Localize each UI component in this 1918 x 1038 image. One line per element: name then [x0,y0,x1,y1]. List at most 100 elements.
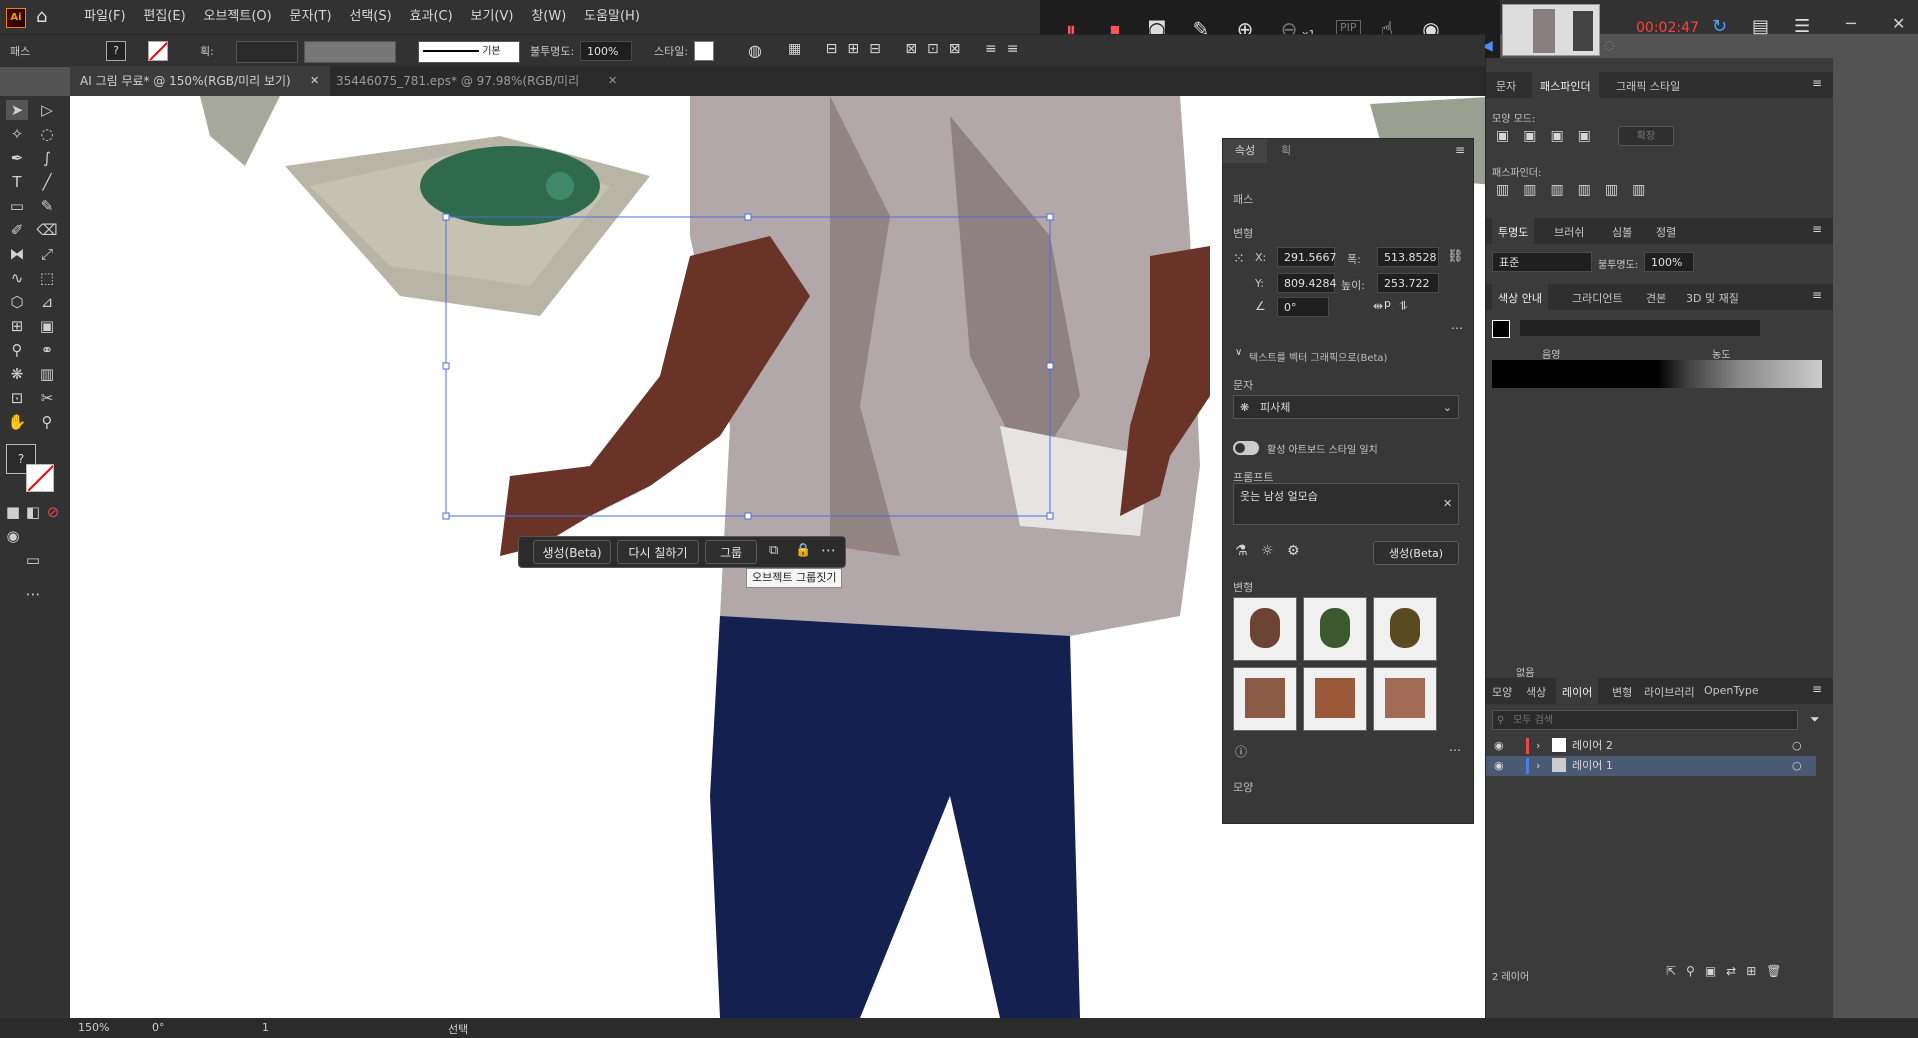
shaper-icon[interactable]: ✐ [6,220,28,240]
type-tool-icon[interactable]: T [6,172,28,192]
tab-layers[interactable]: 레이어 [1556,678,1599,706]
stroke-style-field[interactable]: 기본 [418,41,520,63]
ctx-isolate-icon[interactable]: ⧉ [769,543,778,558]
eyedropper-icon[interactable]: ⚲ [6,340,28,360]
tab-appearance[interactable]: 모양 [1492,684,1512,700]
pathfinder-icons[interactable]: ▥▥▥▥▥▥ [1496,182,1659,198]
doc-tab-inactive[interactable]: 35446075_781.eps* @ 97.98%(RGB/미리 보기) [326,66,586,118]
zoom-icon[interactable]: ⚲ [36,412,58,432]
menu-effect[interactable]: 효과(C) [410,0,453,34]
blend-icon[interactable]: ⚭ [36,340,58,360]
shape-mode-icons[interactable]: ▣▣▣▣ [1496,128,1605,144]
layers-search[interactable]: ⚲ 모두 검색 [1492,710,1798,730]
menu-object[interactable]: 오브젝트(O) [203,0,271,34]
ctx-more-icon[interactable]: ⋯ [821,541,836,559]
effects-icon[interactable]: ☼ [1261,543,1274,559]
tab-brushes[interactable]: 브러쉬 [1554,224,1584,240]
angle-field[interactable]: 0° [1277,297,1329,317]
tab-transform[interactable]: 변형 [1612,684,1632,700]
gradient-icon[interactable]: ▣ [36,316,58,336]
tab-3d-materials[interactable]: 3D 및 재질 [1686,290,1739,306]
layer-row[interactable]: ◉ › 레이어 2 ○ [1486,736,1816,756]
menu-select[interactable]: 선택(S) [349,0,391,34]
panel-menu-icon[interactable]: ≡ [1812,682,1822,696]
lasso-icon[interactable]: ◌ [36,124,58,144]
screen-mode-icon[interactable]: ▭ [22,550,44,570]
generate-button[interactable]: 생성(Beta) [1373,541,1459,565]
panel-menu-icon[interactable]: ≡ [1455,143,1465,157]
variation-thumb[interactable] [1233,667,1297,731]
close-tab-icon[interactable]: ✕ [608,74,617,87]
close-tab-icon[interactable]: ✕ [310,74,319,87]
mic-off-icon[interactable]: ◌ [1604,38,1614,52]
zoom-level[interactable]: 150% [78,1021,109,1034]
variation-thumb[interactable] [1303,597,1367,661]
align-icons[interactable]: ▦ ⊟⊞⊟ ⊠⊡⊠ ≡≡ [788,41,1028,57]
variations-more-icon[interactable]: ⋯ [1449,743,1461,757]
y-field[interactable]: 809.4284 [1277,273,1337,293]
variation-thumb[interactable] [1373,667,1437,731]
panel-menu-icon[interactable]: ≡ [1812,222,1822,236]
expand-arrow-icon[interactable]: › [1536,736,1540,756]
target-icon[interactable]: ○ [1792,736,1802,756]
stroke-weight-field[interactable] [236,41,298,63]
menu-file[interactable]: 파일(F) [84,0,126,34]
tab-pathfinder[interactable]: 패스파인더 [1532,72,1599,100]
panel-menu-icon[interactable]: ≡ [1812,76,1822,90]
more-options-icon[interactable]: ⋯ [1451,321,1463,335]
tab-opentype[interactable]: OpenType [1704,684,1759,697]
settings-gear-icon[interactable]: ⚙ [1287,543,1300,559]
ctx-group-button[interactable]: 그룹 [705,540,757,564]
tab-libraries[interactable]: 라이브러리 [1644,684,1695,700]
flip-horizontal-icon[interactable]: ⇹ [1373,299,1383,313]
tab-character[interactable]: 문자 [1496,78,1516,94]
tab-color[interactable]: 색상 [1526,684,1546,700]
line-tool-icon[interactable]: ╱ [36,172,58,192]
artboard-icon[interactable]: ⊡ [6,388,28,408]
none-mode-icon[interactable]: ⊘ [42,502,64,522]
curvature-tool-icon[interactable]: ∫ [36,148,58,168]
x-field[interactable]: 291.5667 [1277,247,1337,267]
close-window-icon[interactable]: ✕ [1892,14,1905,33]
expand-button[interactable]: 확장 [1618,126,1674,146]
tab-symbols[interactable]: 심볼 [1612,224,1632,240]
fill-swatch[interactable]: ? [106,41,126,61]
menu-type[interactable]: 문자(T) [290,0,332,34]
expand-arrow-icon[interactable]: › [1536,756,1540,776]
info-icon[interactable]: ⓘ [1235,743,1247,760]
color-mode-icon[interactable]: ■ [2,502,24,522]
style-swatch[interactable] [694,41,714,61]
tab-graphic-styles[interactable]: 그래픽 스타일 [1616,78,1680,94]
tab-align[interactable]: 정렬 [1656,224,1676,240]
base-color-swatch[interactable] [1492,320,1510,338]
scale-icon[interactable]: ⤢ [36,244,58,264]
reflect-icon[interactable]: ⧓ [6,244,28,264]
home-icon[interactable]: ⌂ [36,6,47,27]
reference-point-icon[interactable]: ⁙ [1233,251,1245,267]
ctx-generate-button[interactable]: 생성(Beta) [533,540,611,564]
shape-builder-icon[interactable]: ⬡ [6,292,28,312]
warp-icon[interactable]: ∿ [6,268,28,288]
filter-icon[interactable]: ⏷ [1810,712,1820,727]
menu-help[interactable]: 도움말(H) [584,0,640,34]
w-field[interactable]: 513.8528 [1377,247,1439,267]
settings-icon[interactable]: ☰ [1794,16,1810,37]
recolor-icon[interactable]: ◍ [748,41,762,60]
target-icon[interactable]: ○ [1792,756,1802,776]
artboard-number[interactable]: 1 [262,1021,269,1034]
match-style-toggle[interactable] [1233,441,1259,455]
collapse-icon[interactable]: ∨ [1235,347,1242,358]
constrain-proportions-icon[interactable]: ⛓ [1447,249,1464,264]
screen-icon[interactable]: ▤ [1752,16,1769,37]
draw-mode-icon[interactable]: ◉ [2,526,24,546]
layer-name[interactable]: 레이어 1 [1572,756,1613,776]
pen-tool-icon[interactable]: ✒ [6,148,28,168]
rectangle-tool-icon[interactable]: ▭ [6,196,28,216]
blend-mode-dropdown[interactable]: 표준 [1492,252,1592,272]
rotation-value[interactable]: 0° [152,1021,165,1034]
perspective-icon[interactable]: ⊿ [36,292,58,312]
hand-icon[interactable]: ✋ [6,412,28,432]
graph-icon[interactable]: ▥ [36,364,58,384]
doc-tab-active[interactable]: AI 그림 무료* @ 150%(RGB/미리 보기) [70,66,330,96]
ctx-lock-icon[interactable]: 🔒 [795,543,811,558]
